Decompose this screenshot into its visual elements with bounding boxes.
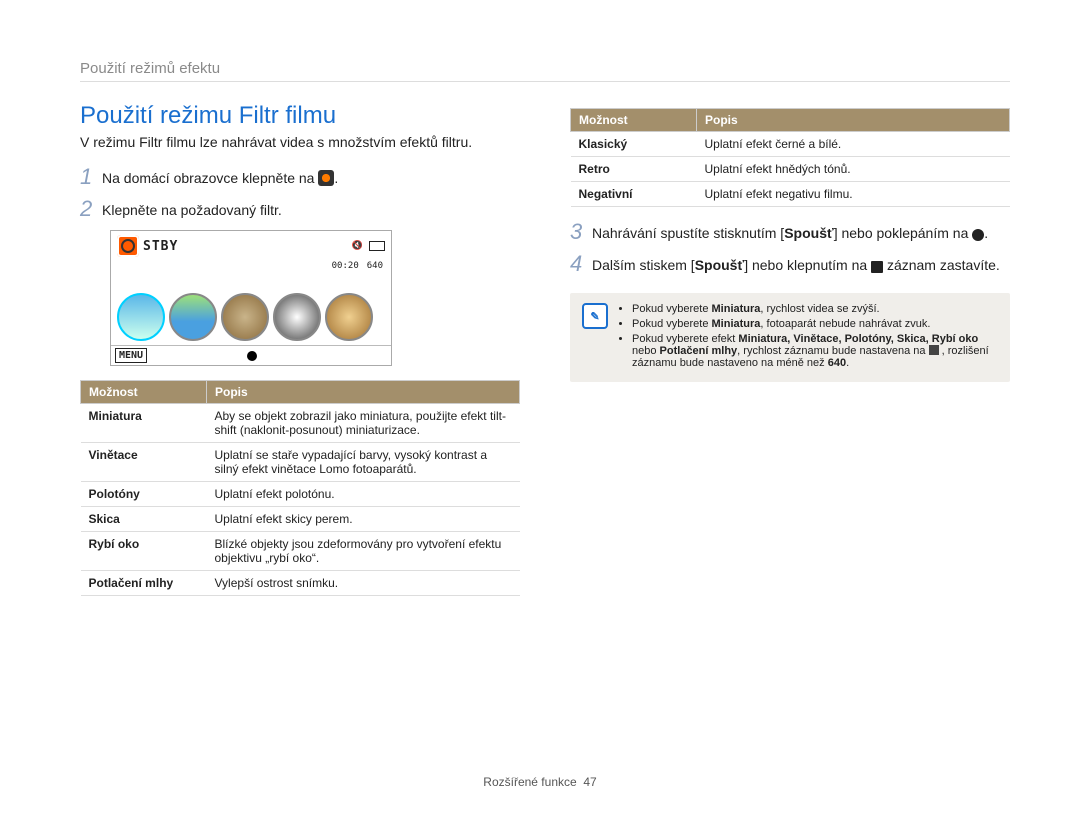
table-row: KlasickýUplatní efekt černé a bílé. [571,132,1010,157]
stby-label: STBY [143,239,178,254]
options-table-left: Možnost Popis MiniaturaAby se objekt zob… [80,380,520,596]
step-text: Dalším stiskem [ [592,257,695,273]
note-item: Pokud vyberete efekt Miniatura, Vinětace… [632,333,998,369]
resolution-label: 640 [367,261,383,271]
shutter-label: Spoušť [784,225,834,241]
camera-preview: STBY 🔇 00:20 640 [110,230,392,366]
mic-off-icon: 🔇 [352,241,363,251]
page-footer: Rozšířené funkce 47 [0,775,1080,789]
note-item: Pokud vyberete Miniatura, rychlost videa… [632,303,998,315]
table-header-option: Možnost [81,381,207,404]
breadcrumb: Použití režimů efektu [80,60,1010,82]
table-row: MiniaturaAby se objekt zobrazil jako min… [81,404,520,443]
table-row: SkicaUplatní efekt skicy perem. [81,507,520,532]
step-text: Klepněte na požadovaný filtr. [102,198,282,220]
battery-icon [369,241,385,251]
step-number: 1 [80,166,102,188]
record-button-icon[interactable] [247,351,257,361]
step-number: 4 [570,253,592,275]
options-table-right: Možnost Popis KlasickýUplatní efekt čern… [570,108,1010,207]
filter-thumb[interactable] [169,293,217,341]
step-number: 2 [80,198,102,220]
shutter-label: Spoušť [695,257,745,273]
right-column: Možnost Popis KlasickýUplatní efekt čern… [570,102,1010,596]
step-text: Na domácí obrazovce klepněte na [102,170,318,186]
left-column: Použití režimu Filtr filmu V režimu Filt… [80,102,520,596]
mode-icon [117,235,139,257]
table-row: NegativníUplatní efekt negativu filmu. [571,182,1010,207]
filter-thumb[interactable] [221,293,269,341]
filter-thumb[interactable] [273,293,321,341]
table-row: Potlačení mlhyVylepší ostrost snímku. [81,571,520,596]
table-row: VinětaceUplatní se staře vypadající barv… [81,443,520,482]
step-3: 3 Nahrávání spustíte stisknutím [Spoušť]… [570,221,1010,243]
table-row: PolotónyUplatní efekt polotónu. [81,482,520,507]
step-4: 4 Dalším stiskem [Spoušť] nebo klepnutím… [570,253,1010,275]
note-icon: ✎ [582,303,608,329]
filter-thumb[interactable] [325,293,373,341]
intro-text: V režimu Filtr filmu lze nahrávat videa … [80,134,520,150]
step-2: 2 Klepněte na požadovaný filtr. [80,198,520,220]
step-number: 3 [570,221,592,243]
timer-label: 00:20 [332,261,359,271]
filter-thumb-selected[interactable] [117,293,165,341]
menu-button[interactable]: MENU [115,348,147,363]
framerate-icon [929,345,939,355]
page-title: Použití režimu Filtr filmu [80,102,520,130]
table-header-desc: Popis [207,381,520,404]
record-dot-icon [972,229,984,241]
stop-square-icon [871,261,883,273]
table-header-desc: Popis [697,109,1010,132]
table-row: RetroUplatní efekt hnědých tónů. [571,157,1010,182]
step-1: 1 Na domácí obrazovce klepněte na . [80,166,520,188]
note-box: ✎ Pokud vyberete Miniatura, rychlost vid… [570,293,1010,382]
movie-filter-mode-icon [318,170,334,186]
table-row: Rybí okoBlízké objekty jsou zdeformovány… [81,532,520,571]
note-item: Pokud vyberete Miniatura, fotoaparát neb… [632,318,998,330]
table-header-option: Možnost [571,109,697,132]
step-text: Nahrávání spustíte stisknutím [ [592,225,784,241]
